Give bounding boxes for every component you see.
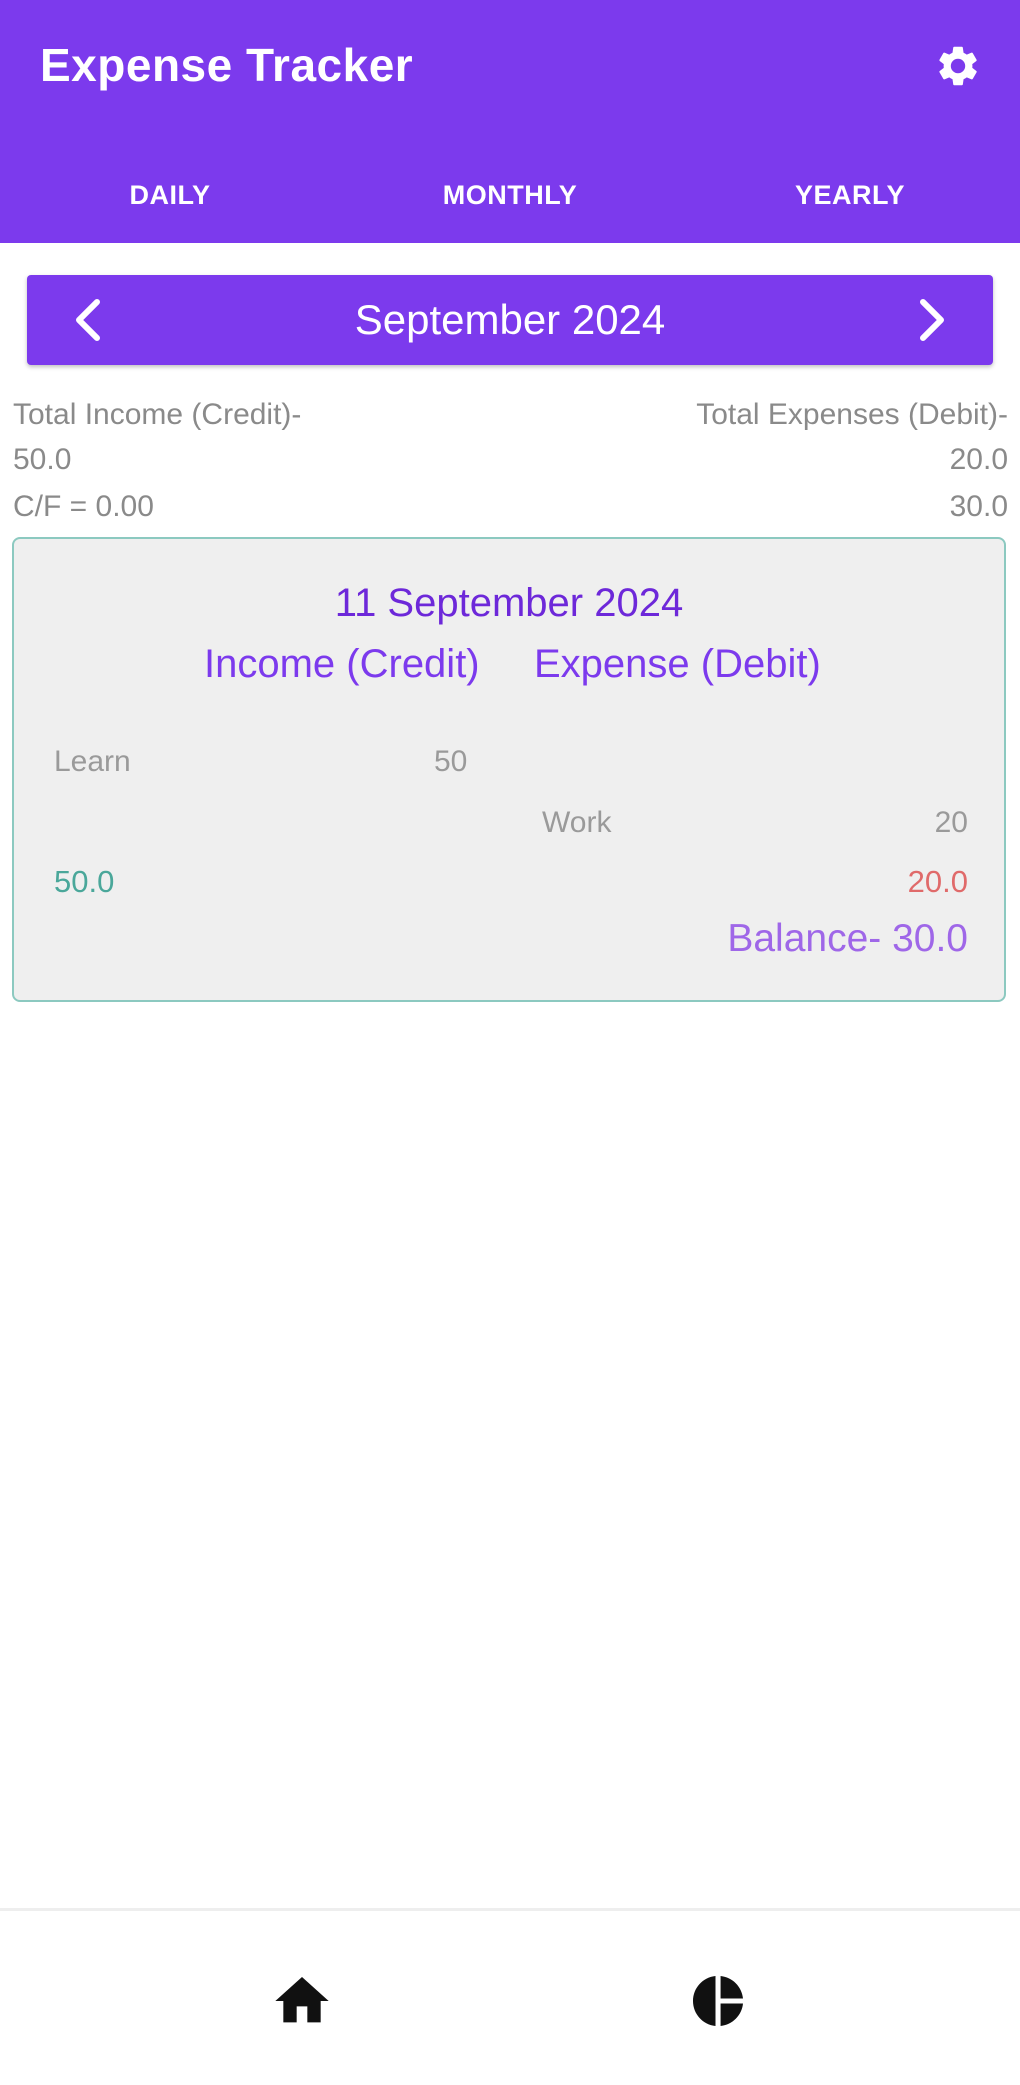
expense-entry-amount: 20 bbox=[934, 806, 968, 839]
pie-chart-icon bbox=[693, 1976, 743, 2026]
total-expense-value: 20.0 bbox=[949, 443, 1008, 476]
month-balance-value: 30.0 bbox=[949, 490, 1008, 523]
day-balance: Balance- 30.0 bbox=[727, 917, 968, 960]
total-income-label: Total Income (Credit)- bbox=[13, 398, 302, 431]
tab-monthly[interactable]: MONTHLY bbox=[340, 160, 680, 230]
chevron-left-icon bbox=[76, 299, 100, 341]
period-tabs: DAILY MONTHLY YEARLY bbox=[0, 160, 1020, 230]
month-selector: September 2024 bbox=[27, 275, 993, 365]
settings-button[interactable] bbox=[930, 38, 986, 94]
nav-chart-button[interactable] bbox=[678, 1961, 758, 2041]
income-column-header: Income (Credit) bbox=[204, 642, 480, 686]
total-income-value: 50.0 bbox=[13, 443, 72, 476]
tab-yearly[interactable]: YEARLY bbox=[680, 160, 1020, 230]
expense-column-header: Expense (Debit) bbox=[534, 642, 821, 686]
bottom-navigation bbox=[0, 1908, 1020, 2085]
day-card[interactable]: 11 September 2024 Income (Credit) Expens… bbox=[12, 537, 1006, 1002]
income-total: 50.0 bbox=[54, 864, 115, 899]
app-title: Expense Tracker bbox=[40, 39, 414, 91]
month-label: September 2024 bbox=[354, 296, 666, 343]
chevron-right-icon bbox=[920, 299, 944, 341]
gear-icon bbox=[939, 46, 977, 86]
carry-forward: C/F = 0.00 bbox=[13, 490, 154, 523]
tab-daily[interactable]: DAILY bbox=[0, 160, 340, 230]
expense-total: 20.0 bbox=[907, 864, 968, 899]
home-icon bbox=[275, 1977, 329, 2023]
expense-entry-name: Work bbox=[542, 806, 612, 839]
tab-divider bbox=[0, 243, 1020, 251]
previous-month-button[interactable] bbox=[59, 290, 119, 350]
app-bar: Expense Tracker DAILY MONTHLY YEARLY bbox=[0, 0, 1020, 243]
day-card-date: 11 September 2024 bbox=[334, 581, 684, 625]
total-expense-label: Total Expenses (Debit)- bbox=[696, 398, 1008, 431]
nav-home-button[interactable] bbox=[262, 1961, 342, 2041]
income-entry-amount: 50 bbox=[434, 745, 468, 778]
income-entry-name: Learn bbox=[54, 745, 131, 778]
next-month-button[interactable] bbox=[901, 290, 961, 350]
